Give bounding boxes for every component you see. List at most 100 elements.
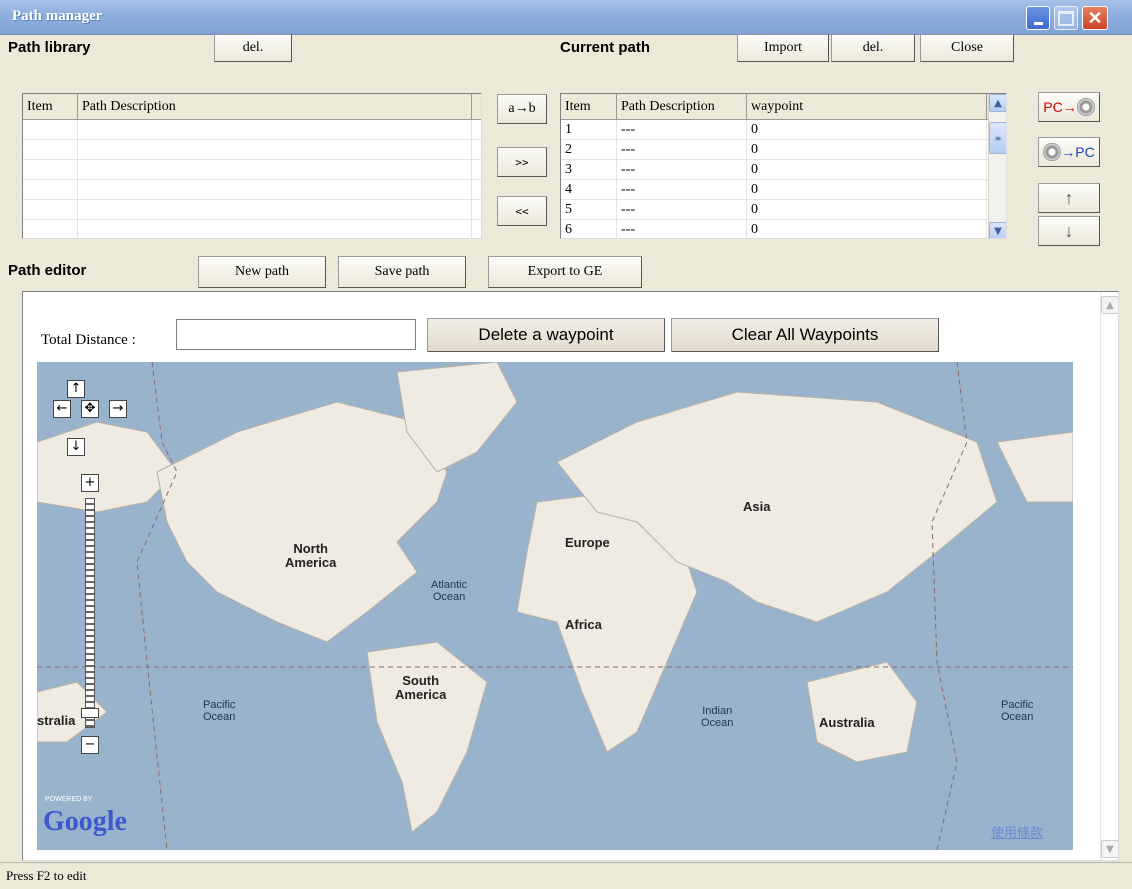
row-item: 6 xyxy=(561,220,617,238)
row-waypoint: 0 xyxy=(747,200,987,219)
library-table-header: Item Path Description xyxy=(23,94,481,120)
world-map[interactable]: ↑ ← ✥ → ↓ + − North America Europe Afric… xyxy=(37,362,1073,850)
path-editor-label: Path editor xyxy=(8,262,87,279)
row-item: 1 xyxy=(561,120,617,139)
table-row[interactable]: 4 --- 0 xyxy=(561,180,1006,200)
table-row[interactable] xyxy=(23,140,481,160)
pan-right-icon[interactable]: → xyxy=(109,400,127,418)
import-button[interactable]: Import xyxy=(737,34,829,62)
label-atlantic-ocean: Atlantic Ocean xyxy=(431,579,468,603)
table-row[interactable]: 6 --- 0 xyxy=(561,220,1006,238)
scroll-up-arrow-icon[interactable]: ▲ xyxy=(1101,296,1118,314)
path-library-table[interactable]: Item Path Description xyxy=(22,93,482,239)
remove-from-current-button[interactable]: << xyxy=(497,196,547,226)
maximize-button[interactable] xyxy=(1054,6,1078,30)
device-icon xyxy=(1076,98,1095,116)
zoom-slider-track[interactable] xyxy=(85,498,95,728)
a-to-b-button[interactable]: a→b xyxy=(497,94,547,124)
current-path-label: Current path xyxy=(560,39,650,56)
total-distance-field[interactable] xyxy=(176,319,416,350)
minimize-button[interactable] xyxy=(1026,6,1050,30)
label-europe: Europe xyxy=(565,535,610,550)
clear-waypoints-button[interactable]: Clear All Waypoints xyxy=(671,318,939,352)
table-row[interactable]: 3 --- 0 xyxy=(561,160,1006,180)
pc-to-device-button[interactable]: PC→ xyxy=(1038,92,1100,122)
zoom-out-icon[interactable]: − xyxy=(81,736,99,754)
label-australia-left: stralia xyxy=(37,713,76,728)
arrow-down-icon: ↓ xyxy=(1064,220,1074,241)
table-row[interactable] xyxy=(23,160,481,180)
scroll-thumb[interactable]: ≡ xyxy=(989,122,1006,154)
scroll-down-arrow-icon[interactable]: ▼ xyxy=(989,222,1006,238)
table-row[interactable]: 5 --- 0 xyxy=(561,200,1006,220)
row-description: --- xyxy=(617,200,747,219)
row-item: 3 xyxy=(561,160,617,179)
library-col-item[interactable]: Item xyxy=(23,94,78,119)
pan-left-icon[interactable]: ← xyxy=(53,400,71,418)
device-to-pc-label: →PC xyxy=(1061,144,1095,160)
row-waypoint: 0 xyxy=(747,120,987,139)
library-col-description[interactable]: Path Description xyxy=(78,94,472,119)
label-asia: Asia xyxy=(743,499,771,514)
close-window-button[interactable]: ✕ xyxy=(1082,6,1108,30)
new-path-button[interactable]: New path xyxy=(198,256,326,288)
current-path-table[interactable]: Item Path Description waypoint 1 --- 0 2… xyxy=(560,93,1007,239)
library-del-button[interactable]: del. xyxy=(214,34,292,62)
table-row[interactable] xyxy=(23,180,481,200)
save-path-button[interactable]: Save path xyxy=(338,256,466,288)
pan-down-icon[interactable]: ↓ xyxy=(67,438,85,456)
row-description: --- xyxy=(617,140,747,159)
current-col-description[interactable]: Path Description xyxy=(617,94,747,119)
path-library-label: Path library xyxy=(8,39,91,56)
row-waypoint: 0 xyxy=(747,160,987,179)
move-up-button[interactable]: ↑ xyxy=(1038,183,1100,213)
row-description: --- xyxy=(617,220,747,238)
terms-link[interactable]: 使用條款 xyxy=(991,822,1043,841)
row-item: 2 xyxy=(561,140,617,159)
status-bar: Press F2 to edit xyxy=(0,862,1132,889)
map-land-layer xyxy=(37,362,1073,850)
pan-center-icon[interactable]: ✥ xyxy=(81,400,99,418)
label-north-america: North America xyxy=(285,541,337,570)
row-description: --- xyxy=(617,180,747,199)
scroll-up-arrow-icon[interactable]: ▲ xyxy=(989,94,1006,112)
zoom-slider-handle[interactable] xyxy=(81,708,99,718)
table-row[interactable]: 1 --- 0 xyxy=(561,120,1006,140)
pan-up-icon[interactable]: ↑ xyxy=(67,380,85,398)
table-row[interactable] xyxy=(23,200,481,220)
zoom-in-icon[interactable]: + xyxy=(81,474,99,492)
current-table-scrollbar[interactable]: ▲ ≡ ▼ xyxy=(988,94,1006,238)
arrow-up-icon: ↑ xyxy=(1064,187,1074,208)
label-australia: Australia xyxy=(819,715,875,730)
device-to-pc-button[interactable]: →PC xyxy=(1038,137,1100,167)
current-col-item[interactable]: Item xyxy=(561,94,617,119)
window-title: Path manager xyxy=(12,8,103,24)
delete-waypoint-button[interactable]: Delete a waypoint xyxy=(427,318,665,352)
current-table-header: Item Path Description waypoint xyxy=(561,94,1006,120)
title-bar: Path manager ✕ xyxy=(0,0,1132,35)
scroll-down-arrow-icon[interactable]: ▼ xyxy=(1101,840,1118,858)
close-button[interactable]: Close xyxy=(920,34,1014,62)
current-col-waypoint[interactable]: waypoint xyxy=(747,94,987,119)
device-icon xyxy=(1043,143,1062,161)
label-pacific-ocean-right: Pacific Ocean xyxy=(1001,699,1034,723)
export-ge-button[interactable]: Export to GE xyxy=(488,256,642,288)
label-africa: Africa xyxy=(565,617,602,632)
row-item: 5 xyxy=(561,200,617,219)
row-item: 4 xyxy=(561,180,617,199)
label-pacific-ocean-left: Pacific Ocean xyxy=(203,699,236,723)
current-del-button[interactable]: del. xyxy=(831,34,915,62)
row-description: --- xyxy=(617,120,747,139)
status-text: Press F2 to edit xyxy=(6,868,87,883)
table-row[interactable]: 2 --- 0 xyxy=(561,140,1006,160)
google-logo: Google xyxy=(43,806,127,837)
table-row[interactable] xyxy=(23,120,481,140)
map-browser[interactable]: Total Distance : Delete a waypoint Clear… xyxy=(22,291,1119,861)
total-distance-label: Total Distance : xyxy=(41,332,136,348)
row-waypoint: 0 xyxy=(747,220,987,238)
move-down-button[interactable]: ↓ xyxy=(1038,216,1100,246)
add-to-current-button[interactable]: >> xyxy=(497,147,547,177)
powered-by-label: POWERED BY xyxy=(45,796,93,803)
browser-scrollbar[interactable]: ▲ ▼ xyxy=(1100,292,1118,860)
table-row[interactable] xyxy=(23,220,481,238)
